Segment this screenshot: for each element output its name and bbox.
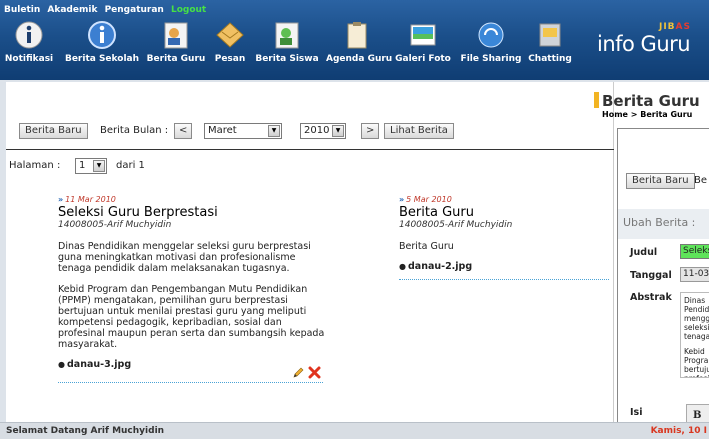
double-arrow-icon: » (399, 195, 405, 204)
chevron-down-icon: ▼ (93, 160, 105, 172)
nav-notifikasi[interactable]: Notifikasi (0, 20, 58, 64)
nav-file-sharing[interactable]: File Sharing (460, 20, 522, 64)
edit-pencil-icon[interactable] (292, 366, 305, 379)
abstrak-label: Abstrak (630, 292, 672, 303)
lihat-berita-button[interactable]: Lihat Berita (384, 123, 454, 139)
photo-gallery-icon (410, 24, 436, 46)
welcome-text: Selamat Datang Arif Muchyidin (6, 426, 165, 436)
bold-button[interactable]: B (693, 410, 701, 421)
prev-month-button[interactable]: < (174, 123, 193, 139)
halaman-label: Halaman : (9, 160, 61, 171)
chevron-down-icon: ▼ (332, 125, 344, 137)
ubah-berita-heading: Ubah Berita : (623, 216, 696, 229)
bullet-icon: ● (399, 262, 406, 271)
chat-icon (539, 23, 561, 47)
page-title: Berita Guru (594, 92, 709, 110)
teacher-news-icon (164, 22, 188, 49)
header: Buletin Akademik Pengaturan Logout Notif… (0, 0, 709, 80)
nav-galeri-foto[interactable]: Galeri Foto (394, 20, 452, 64)
attachment-link[interactable]: ● danau-2.jpg (399, 261, 599, 272)
envelope-icon (216, 22, 244, 48)
nav-berita-guru[interactable]: Berita Guru (143, 20, 209, 64)
divider (6, 149, 614, 150)
menu-akademik[interactable]: Akademik (47, 5, 97, 15)
double-arrow-icon: » (58, 195, 64, 204)
nav-agenda-guru[interactable]: Agenda Guru (326, 20, 392, 64)
article-separator (58, 382, 323, 383)
menu-pengaturan[interactable]: Pengaturan (105, 5, 164, 15)
delete-icon[interactable] (308, 366, 321, 379)
berita-baru-button[interactable]: Berita Baru (19, 123, 88, 139)
menu-buletin[interactable]: Buletin (4, 5, 40, 15)
chevron-down-icon: ▼ (268, 125, 280, 137)
tanggal-label: Tanggal (630, 270, 672, 281)
article-date: » 11 Mar 2010 (58, 195, 116, 204)
nav-berita-sekolah[interactable]: Berita Sekolah (64, 20, 140, 64)
article-date: » 5 Mar 2010 (399, 195, 452, 204)
month-select[interactable]: Maret ▼ (204, 123, 282, 139)
judul-label: Judul (630, 247, 658, 258)
attachment-link[interactable]: ● danau-3.jpg (58, 359, 328, 370)
article-actions (292, 366, 324, 380)
isi-label: Isi (630, 407, 643, 418)
footer-date: Kamis, 10 I (650, 426, 707, 436)
article-item: » 5 Mar 2010 Berita Guru 14008005-Arif Mu… (399, 194, 599, 272)
edit-form: Berita Baru Be Ubah Berita : Judul Selek… (617, 128, 709, 434)
nav-pesan[interactable]: Pesan (210, 20, 250, 64)
info-circle-icon (88, 21, 116, 49)
article-body: Dinas Pendidikan menggelar seleksi guru … (58, 241, 325, 350)
berita-baru-button[interactable]: Berita Baru (626, 173, 695, 189)
tanggal-input[interactable]: 11-03 (680, 267, 709, 282)
article-title[interactable]: Berita Guru (399, 206, 599, 220)
article-author: 14008005-Arif Muchyidin (58, 220, 172, 230)
page-select[interactable]: 1 ▼ (75, 158, 107, 174)
footer: Selamat Datang Arif Muchyidin Kamis, 10 … (0, 422, 709, 439)
article-separator (399, 279, 609, 280)
judul-input[interactable]: Seleksi (680, 244, 709, 259)
nav-chatting[interactable]: Chatting (526, 20, 574, 64)
info-icon (15, 21, 43, 49)
title-accent-bar (594, 92, 599, 108)
file-sharing-icon (478, 22, 504, 48)
content-area: Berita Baru Berita Bulan : < Maret ▼ 201… (6, 82, 709, 434)
article-item: » 11 Mar 2010 Seleksi Guru Berprestasi 14… (58, 194, 328, 370)
berita-bulan-label: Be (694, 175, 708, 186)
article-title[interactable]: Seleksi Guru Berprestasi (58, 206, 328, 220)
logo: JIBAS info Guru (597, 22, 691, 56)
top-menu: Buletin Akademik Pengaturan Logout (4, 5, 210, 15)
berita-bulan-label: Berita Bulan : (100, 125, 169, 136)
abstrak-textarea[interactable]: Dinas Pendidikan menggelar seleksi tenag… (680, 292, 709, 378)
next-month-button[interactable]: > (361, 123, 380, 139)
news-list-panel: Berita Baru Berita Bulan : < Maret ▼ 201… (6, 82, 614, 422)
nav-berita-siswa[interactable]: Berita Siswa (254, 20, 320, 64)
page-count: dari 1 (116, 160, 145, 171)
student-news-icon (275, 22, 299, 49)
article-author: 14008005-Arif Muchyidin (399, 220, 513, 230)
logout-link[interactable]: Logout (171, 5, 206, 15)
breadcrumb[interactable]: Home > Berita Guru (602, 110, 692, 119)
edit-panel: Berita Guru Home > Berita Guru Berita Ba… (594, 82, 709, 434)
article-body: Berita Guru (399, 241, 454, 252)
year-select[interactable]: 2010 ▼ (300, 123, 346, 139)
bullet-icon: ● (58, 360, 65, 369)
clipboard-icon (347, 22, 367, 49)
